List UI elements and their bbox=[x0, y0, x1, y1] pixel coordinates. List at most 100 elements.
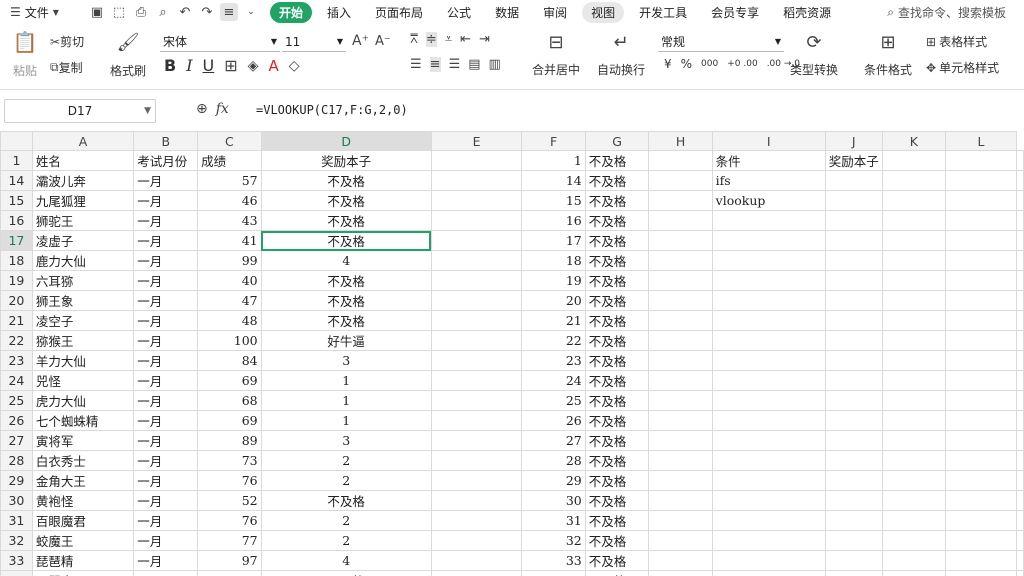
decrease-font-icon[interactable]: A⁻ bbox=[375, 34, 391, 49]
align-middle-icon[interactable]: ≑ bbox=[425, 32, 437, 47]
cell-d[interactable]: 不及格 bbox=[260, 490, 432, 511]
cell-h[interactable] bbox=[648, 370, 713, 391]
justify-icon[interactable]: ▤ bbox=[468, 57, 480, 72]
cell-i[interactable] bbox=[711, 510, 826, 531]
cell-g[interactable]: 不及格 bbox=[584, 170, 650, 191]
cell-i[interactable]: ifs bbox=[711, 170, 826, 191]
cell-a[interactable]: 六耳猕 bbox=[31, 270, 135, 291]
align-icon[interactable]: ≡ bbox=[220, 3, 238, 21]
cell-d[interactable]: 不及格 bbox=[260, 170, 432, 191]
cell-d[interactable]: 1 bbox=[260, 410, 432, 431]
cell-l[interactable] bbox=[944, 550, 1018, 571]
cell-c[interactable]: 97 bbox=[197, 550, 262, 571]
cell-a[interactable]: 狮驼王 bbox=[31, 210, 135, 231]
cell-j[interactable]: 奖励本子 bbox=[824, 150, 883, 171]
cell-d[interactable]: 1 bbox=[260, 390, 432, 411]
cell-g[interactable]: 不及格 bbox=[584, 470, 650, 491]
cell-c[interactable]: 76 bbox=[197, 470, 262, 491]
cell-b[interactable]: 一月 bbox=[133, 570, 199, 576]
cell-c[interactable]: 成绩 bbox=[197, 150, 262, 171]
undo-icon[interactable]: ↶ bbox=[176, 3, 194, 21]
cell-e[interactable] bbox=[430, 470, 523, 491]
cell-g[interactable]: 不及格 bbox=[584, 430, 650, 451]
cell-d[interactable]: 3 bbox=[260, 350, 432, 371]
column-header-d[interactable]: D bbox=[260, 131, 432, 151]
cell-j[interactable] bbox=[824, 230, 883, 251]
name-box[interactable]: D17 ▼ bbox=[4, 99, 156, 123]
cell-k[interactable] bbox=[881, 250, 946, 271]
cell-h[interactable] bbox=[648, 410, 713, 431]
cell-h[interactable] bbox=[648, 550, 713, 571]
cell-d[interactable]: 4 bbox=[260, 550, 432, 571]
cell-c[interactable]: 89 bbox=[197, 430, 262, 451]
row-header[interactable]: 16 bbox=[0, 210, 33, 231]
cell-k[interactable] bbox=[881, 470, 946, 491]
cell-e[interactable] bbox=[430, 570, 523, 576]
cell-a[interactable]: 琵琶精 bbox=[31, 550, 135, 571]
font-color-icon[interactable]: A bbox=[268, 57, 278, 75]
cell-b[interactable]: 一月 bbox=[133, 210, 199, 231]
cell-f[interactable]: 25 bbox=[521, 390, 586, 411]
cell-l[interactable] bbox=[944, 190, 1018, 211]
cell-k[interactable] bbox=[881, 330, 946, 351]
row-header[interactable]: 24 bbox=[0, 370, 33, 391]
cell-j[interactable] bbox=[824, 530, 883, 551]
cell-j[interactable] bbox=[824, 430, 883, 451]
cell-f[interactable]: 31 bbox=[521, 510, 586, 531]
cell-f[interactable]: 21 bbox=[521, 310, 586, 331]
cell-k[interactable] bbox=[881, 450, 946, 471]
cell-overflow[interactable] bbox=[1016, 410, 1024, 431]
formula-input[interactable]: =VLOOKUP(C17,F:G,2,0) bbox=[256, 103, 408, 117]
cell-f[interactable]: 29 bbox=[521, 470, 586, 491]
cell-e[interactable] bbox=[430, 430, 523, 451]
row-header[interactable]: 17 bbox=[0, 230, 33, 251]
cell-a[interactable]: 百眼魔君 bbox=[31, 510, 135, 531]
align-left-icon[interactable]: ☰ bbox=[410, 57, 422, 72]
cell-l[interactable] bbox=[944, 310, 1018, 331]
align-center-icon[interactable]: ≡ bbox=[429, 57, 441, 72]
cell-j[interactable] bbox=[824, 250, 883, 271]
column-header-j[interactable]: J bbox=[824, 131, 883, 151]
cell-g[interactable]: 不及格 bbox=[584, 510, 650, 531]
cell-k[interactable] bbox=[881, 570, 946, 576]
font-size-select[interactable]: 11 ▼ bbox=[282, 32, 346, 52]
format-painter-button[interactable]: 🖌 格式刷 bbox=[110, 30, 146, 79]
cell-g[interactable]: 不及格 bbox=[584, 190, 650, 211]
select-all-corner[interactable] bbox=[0, 131, 33, 151]
cell-c[interactable]: 69 bbox=[197, 410, 262, 431]
cell-g[interactable]: 不及格 bbox=[584, 290, 650, 311]
cell-e[interactable] bbox=[430, 490, 523, 511]
cell-j[interactable] bbox=[824, 410, 883, 431]
tab-member[interactable]: 会员专享 bbox=[702, 2, 768, 23]
cell-b[interactable]: 一月 bbox=[133, 270, 199, 291]
column-header-g[interactable]: G bbox=[584, 131, 650, 151]
cell-d[interactable]: 好牛逼 bbox=[260, 330, 432, 351]
cell-b[interactable]: 一月 bbox=[133, 290, 199, 311]
cell-overflow[interactable] bbox=[1016, 490, 1024, 511]
cell-d[interactable]: 奖励本子 bbox=[260, 150, 432, 171]
cell-l[interactable] bbox=[944, 530, 1018, 551]
row-header[interactable]: 28 bbox=[0, 450, 33, 471]
cell-e[interactable] bbox=[430, 550, 523, 571]
cell-g[interactable]: 不及格 bbox=[584, 570, 650, 576]
cell-g[interactable]: 不及格 bbox=[584, 270, 650, 291]
row-header[interactable]: 26 bbox=[0, 410, 33, 431]
column-header-k[interactable]: K bbox=[881, 131, 946, 151]
cell-j[interactable] bbox=[824, 450, 883, 471]
column-header-l[interactable]: L bbox=[944, 131, 1018, 151]
cell-a[interactable]: 鹿力大仙 bbox=[31, 250, 135, 271]
cell-d[interactable]: 3 bbox=[260, 430, 432, 451]
cell-i[interactable] bbox=[711, 330, 826, 351]
cell-overflow[interactable] bbox=[1016, 330, 1024, 351]
cell-l[interactable] bbox=[944, 450, 1018, 471]
tab-view[interactable]: 视图 bbox=[582, 1, 625, 23]
row-header[interactable]: 14 bbox=[0, 170, 33, 191]
cell-k[interactable] bbox=[881, 370, 946, 391]
cell-j[interactable] bbox=[824, 570, 883, 576]
type-convert-button[interactable]: ⟳ 类型转换 bbox=[790, 32, 838, 78]
cell-d[interactable]: 不及格 bbox=[260, 290, 432, 311]
column-header-h[interactable]: H bbox=[648, 131, 713, 151]
cell-a[interactable]: 猕猴王 bbox=[31, 330, 135, 351]
cell-b[interactable]: 考试月份 bbox=[133, 150, 199, 171]
cell-g[interactable]: 不及格 bbox=[584, 410, 650, 431]
